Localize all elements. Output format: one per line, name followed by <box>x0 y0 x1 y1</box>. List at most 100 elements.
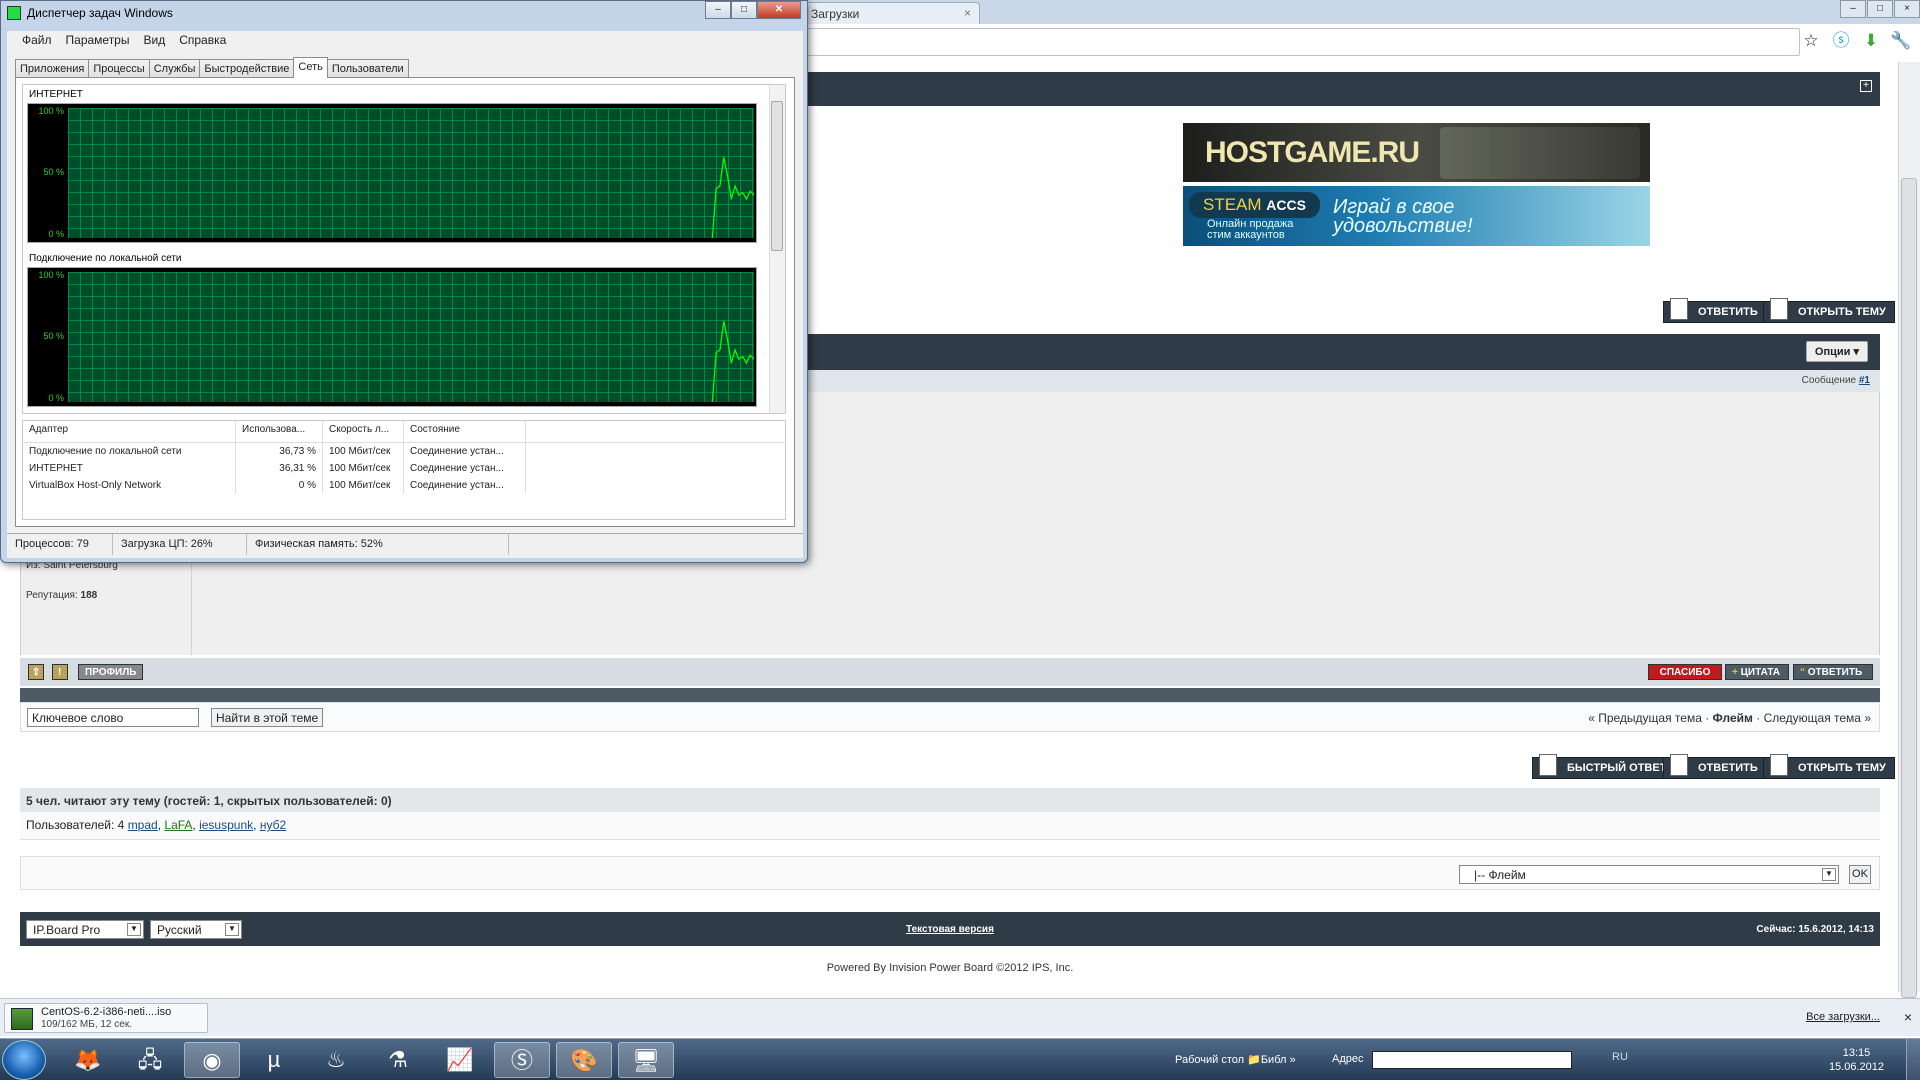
language-indicator[interactable]: RU <box>1612 1051 1628 1063</box>
reply-button-bottom[interactable]: ОТВЕТИТЬ <box>1663 754 1767 779</box>
next-topic-link[interactable]: · Следующая тема » <box>1756 711 1871 725</box>
thanks-button[interactable]: СПАСИБО <box>1648 664 1722 680</box>
reply-small-button[interactable]: “ ОТВЕТИТЬ <box>1793 664 1873 680</box>
forum-jump-select[interactable]: |-- Флейм ▼ <box>1459 865 1839 884</box>
download-ext-icon[interactable]: ⬇ <box>1860 30 1882 52</box>
network-usage-line <box>711 321 754 402</box>
steam-accs-banner[interactable]: STEAM ACCS Онлайн продажа стим аккаунтов … <box>1183 186 1650 246</box>
address-bar[interactable] <box>800 28 1800 56</box>
close-icon[interactable]: ✕ <box>757 1 801 19</box>
menu-help[interactable]: Справка <box>172 31 233 51</box>
all-downloads-link[interactable]: Все загрузки... <box>1806 1011 1880 1023</box>
chrome-icon[interactable]: ◉ <box>184 1042 240 1078</box>
firefox-icon[interactable]: 🦊 <box>60 1042 116 1078</box>
quick-reply-icon <box>1539 754 1557 776</box>
menu-view[interactable]: Вид <box>136 31 172 51</box>
minimize-icon[interactable]: – <box>1840 0 1866 18</box>
skype-ext-icon[interactable]: ⓢ <box>1830 30 1852 52</box>
up-icon[interactable]: ⇧ <box>28 664 44 680</box>
menu-options[interactable]: Параметры <box>59 31 137 51</box>
tab-downloads[interactable]: Загрузки × <box>800 2 980 24</box>
user-link[interactable]: LaFA <box>164 818 192 832</box>
find-in-topic-button[interactable]: Найти в этой теме <box>211 708 324 727</box>
post-meta: Сообщение #1 <box>800 370 1880 392</box>
taskbar-address-input[interactable] <box>1372 1051 1572 1069</box>
col-usage[interactable]: Использова... <box>236 421 323 442</box>
reply-button-top[interactable]: ОТВЕТИТЬ <box>1663 298 1767 323</box>
y-tick-label: 0 % <box>48 229 64 239</box>
close-icon[interactable]: × <box>1894 0 1920 18</box>
quick-reply-button[interactable]: БЫСТРЫЙ ОТВЕТ <box>1532 754 1676 779</box>
table-row[interactable]: VirtualBox Host-Only Network 0 % 100 Мби… <box>23 477 785 494</box>
post-header-bar: Опции ▾ <box>800 334 1880 370</box>
expand-icon[interactable]: + <box>1860 80 1872 92</box>
keyword-input[interactable]: Ключевое слово <box>27 708 199 727</box>
topic-navigation: « Предыдущая тема · Флейм · Следующая те… <box>1588 711 1871 725</box>
banner-sub: Онлайн продажа стим аккаунтов <box>1207 219 1293 241</box>
page-scroll-thumb[interactable] <box>1901 178 1917 998</box>
tab-users[interactable]: Пользователи <box>326 59 409 77</box>
menu-file[interactable]: Файл <box>15 31 59 51</box>
chart-app-icon[interactable]: 📈 <box>432 1042 488 1078</box>
status-memory: Физическая память: 52% <box>247 534 509 555</box>
wrench-icon[interactable]: 🔧 <box>1890 30 1912 52</box>
table-row[interactable]: Подключение по локальной сети 36,73 % 10… <box>23 443 785 460</box>
maximize-icon[interactable]: □ <box>1867 0 1893 18</box>
profile-button[interactable]: ПРОФИЛЬ <box>78 664 144 680</box>
usage-point <box>745 362 748 364</box>
rep-label: Репутация: <box>26 590 78 601</box>
col-state[interactable]: Состояние <box>404 421 526 442</box>
col-speed[interactable]: Скорость л... <box>323 421 404 442</box>
download-item[interactable]: CentOS-6.2-i386-neti....iso 109/162 МБ, … <box>4 1003 208 1033</box>
skype-icon[interactable]: Ⓢ <box>494 1042 550 1078</box>
tab-processes[interactable]: Процессы <box>88 59 150 77</box>
col-adapter[interactable]: Адаптер <box>23 421 236 442</box>
minimize-icon[interactable]: – <box>705 1 731 19</box>
text-version-link[interactable]: Текстовая версия <box>906 924 994 935</box>
graphs-scroll-thumb[interactable] <box>771 101 783 251</box>
tab-performance[interactable]: Быстродействие <box>199 59 295 77</box>
prev-topic-link[interactable]: « Предыдущая тема · <box>1588 711 1709 725</box>
table-row[interactable]: ИНТЕРНЕТ 36,31 % 100 Мбит/сек Соединение… <box>23 460 785 477</box>
steam-icon[interactable]: ♨ <box>308 1042 364 1078</box>
skin-select[interactable]: IP.Board Pro ▼ <box>26 920 144 939</box>
usage-point <box>719 349 721 351</box>
quote-button[interactable]: + ЦИТАТА <box>1725 664 1789 680</box>
tab-close-icon[interactable]: × <box>964 6 971 20</box>
cell: 0 % <box>236 477 323 494</box>
user-link[interactable]: нуб2 <box>260 818 286 832</box>
network-manager-icon[interactable]: 🖧 <box>122 1042 178 1078</box>
close-downloads-icon[interactable]: × <box>1904 1009 1912 1025</box>
forum-link[interactable]: Флейм <box>1713 711 1753 725</box>
tool-icon[interactable]: ⚗ <box>370 1042 426 1078</box>
start-button[interactable] <box>2 1040 46 1080</box>
star-icon[interactable]: ☆ <box>1800 30 1822 52</box>
show-desktop-button[interactable] <box>1906 1039 1920 1080</box>
report-icon[interactable]: ! <box>52 664 68 680</box>
clock[interactable]: 13:15 15.06.2012 <box>1829 1046 1884 1074</box>
utorrent-icon[interactable]: µ <box>246 1042 302 1078</box>
archive-icon <box>11 1008 33 1030</box>
user-link[interactable]: mpad <box>128 818 158 832</box>
network-panel: ИНТЕРНЕТ 100 % 50 % 0 % Подключение по л… <box>15 77 795 527</box>
paint-icon[interactable]: 🎨 <box>556 1042 612 1078</box>
language-select[interactable]: Русский ▼ <box>150 920 242 939</box>
options-button[interactable]: Опции ▾ <box>1805 341 1868 362</box>
cell: Подключение по локальной сети <box>23 443 236 460</box>
maximize-icon[interactable]: □ <box>731 1 757 19</box>
cell: VirtualBox Host-Only Network <box>23 477 236 494</box>
rep-value: 188 <box>80 590 98 601</box>
tab-services[interactable]: Службы <box>148 59 201 77</box>
open-topic-button-bottom[interactable]: ОТКРЫТЬ ТЕМУ <box>1763 754 1895 779</box>
banner-text: HOSTGAME.RU <box>1205 136 1420 169</box>
tab-applications[interactable]: Приложения <box>15 59 90 77</box>
post-number-link[interactable]: #1 <box>1859 375 1870 386</box>
user-link[interactable]: iesuspunk <box>199 818 253 832</box>
jump-ok-button[interactable]: OK <box>1849 865 1871 884</box>
library-label: Библ <box>1260 1054 1287 1066</box>
task-manager-icon[interactable]: 🖥 <box>618 1042 674 1078</box>
desktop-toolbar[interactable]: Рабочий стол 📁Библ » <box>1175 1053 1296 1066</box>
open-topic-button-top[interactable]: ОТКРЫТЬ ТЕМУ <box>1763 298 1895 323</box>
tab-network[interactable]: Сеть <box>293 57 328 78</box>
hostgame-banner[interactable]: HOSTGAME.RU <box>1183 123 1650 182</box>
